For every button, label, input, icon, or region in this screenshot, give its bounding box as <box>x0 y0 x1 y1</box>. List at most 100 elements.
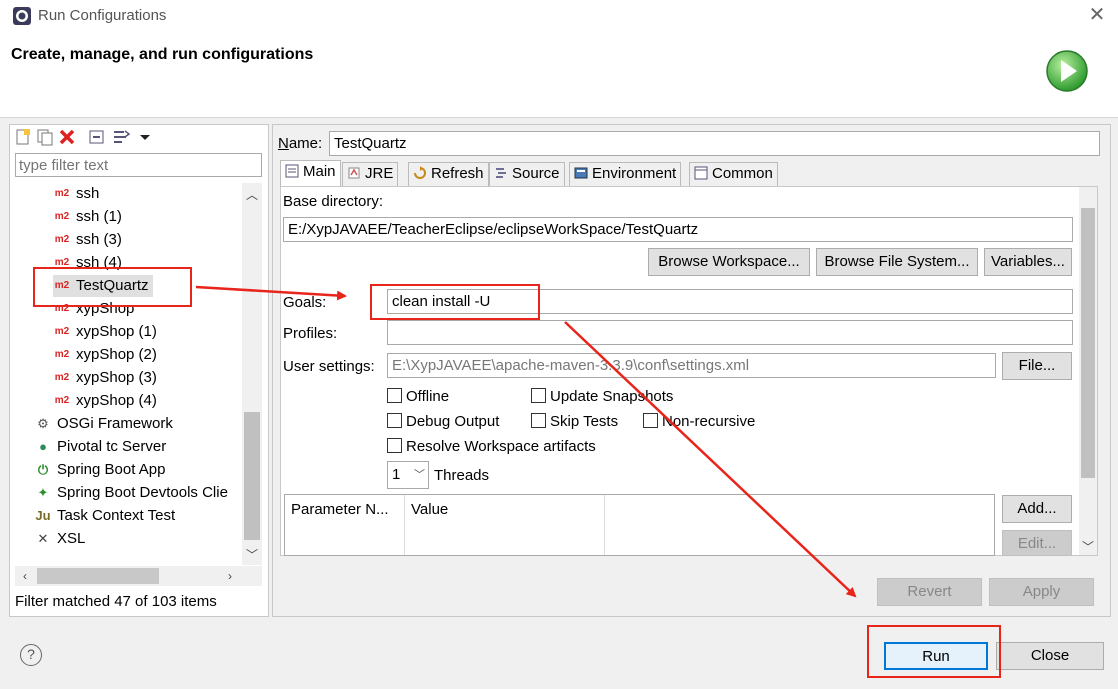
offline-checkbox[interactable]: Offline <box>387 388 449 405</box>
tree-item[interactable]: ● Pivotal tc Server <box>34 436 166 458</box>
tab-source[interactable]: Source <box>489 162 565 186</box>
close-window-icon[interactable]: ✕ <box>1086 4 1108 26</box>
editor-vertical-scroll-thumb[interactable] <box>1081 208 1095 478</box>
tree-item-label: Spring Boot Devtools Clie <box>57 484 228 501</box>
tree-item-label: xypShop (2) <box>76 346 157 363</box>
threads-value: 1 <box>392 466 401 483</box>
tree-item-label: Task Context Test <box>57 507 176 524</box>
close-button[interactable]: Close <box>996 642 1104 670</box>
apply-button[interactable]: Apply <box>989 578 1094 606</box>
tree-vertical-scroll-thumb[interactable] <box>244 412 260 540</box>
main-tab-icon <box>285 164 299 178</box>
goals-label: Goals: <box>283 294 327 311</box>
maven-m2-icon: m2 <box>54 372 70 384</box>
maven-m2-icon: m2 <box>54 326 70 338</box>
osgi-icon: ⚙ <box>37 416 49 432</box>
add-parameter-button[interactable]: Add... <box>1002 495 1072 523</box>
tab-main[interactable]: Main <box>280 160 341 186</box>
scroll-down-icon[interactable]: ﹀ <box>244 546 260 563</box>
dropdown-menu-icon[interactable] <box>136 128 154 146</box>
tab-common-label: Common <box>712 165 773 182</box>
revert-button[interactable]: Revert <box>877 578 982 606</box>
filter-config-icon[interactable] <box>112 128 130 146</box>
new-config-icon[interactable] <box>14 128 32 146</box>
non-recursive-checkbox-box[interactable] <box>643 413 658 428</box>
dialog-header <box>0 32 1118 118</box>
xsl-icon: ✕ <box>37 531 49 547</box>
resolve-workspace-checkbox-box[interactable] <box>387 438 402 453</box>
tree-item[interactable]: m2 ssh (1) <box>53 206 122 228</box>
tree-item[interactable]: Ju Task Context Test <box>34 505 175 527</box>
duplicate-icon[interactable] <box>36 128 54 146</box>
variables-button[interactable]: Variables... <box>984 248 1072 276</box>
profiles-label: Profiles: <box>283 325 338 342</box>
tree-item-label: xypShop (4) <box>76 392 157 409</box>
base-directory-input[interactable]: E:/XypJAVAEE/TeacherEclipse/eclipseWorkS… <box>283 217 1073 242</box>
profiles-input[interactable] <box>387 320 1073 345</box>
tree-item[interactable]: m2 xypShop (2) <box>53 344 157 366</box>
filter-status-text: Filter matched 47 of 103 items <box>15 593 217 610</box>
maven-m2-icon: m2 <box>54 395 70 407</box>
param-value-column-header[interactable]: Value <box>405 495 605 555</box>
offline-label: Offline <box>406 388 450 405</box>
tree-item-label: OSGi Framework <box>57 415 173 432</box>
resolve-workspace-checkbox[interactable]: Resolve Workspace artifacts <box>387 438 596 455</box>
name-label: Name: <box>278 135 323 152</box>
chevron-down-icon: ﹀ <box>414 469 425 481</box>
tab-refresh-label: Refresh <box>431 165 484 182</box>
delete-icon[interactable] <box>58 128 76 146</box>
non-recursive-checkbox[interactable]: Non-recursive <box>643 413 755 430</box>
browse-workspace-button[interactable]: Browse Workspace... <box>648 248 810 276</box>
title-bar <box>0 0 1118 32</box>
browse-file-system-button[interactable]: Browse File System... <box>816 248 978 276</box>
tab-common[interactable]: Common <box>689 162 778 186</box>
tab-refresh[interactable]: Refresh <box>408 162 489 186</box>
threads-select[interactable]: 1 ﹀ <box>387 461 429 489</box>
tree-item[interactable]: ⏻ Spring Boot App <box>34 459 166 481</box>
non-recursive-label: Non-recursive <box>662 413 756 430</box>
collapse-all-icon[interactable] <box>88 128 106 146</box>
edit-parameter-button[interactable]: Edit... <box>1002 530 1072 556</box>
tab-environment[interactable]: Environment <box>569 162 682 186</box>
name-label-text: ame: <box>288 135 323 152</box>
scroll-up-icon[interactable]: ︿ <box>244 186 260 203</box>
tree-item[interactable]: m2 xypShop (4) <box>53 390 157 412</box>
debug-output-checkbox[interactable]: Debug Output <box>387 413 499 430</box>
tab-jre[interactable]: JRE <box>342 162 399 186</box>
tree-item-label: ssh (3) <box>76 231 122 248</box>
base-directory-label: Base directory: <box>283 193 384 210</box>
tree-item[interactable]: m2 ssh (3) <box>53 229 122 251</box>
tree-item[interactable]: m2 xypShop (1) <box>53 321 157 343</box>
file-button[interactable]: File... <box>1002 352 1072 380</box>
user-settings-input[interactable]: E:\XypJAVAEE\apache-maven-3.3.9\conf\set… <box>387 353 996 378</box>
filter-input[interactable] <box>15 153 262 177</box>
scroll-right-icon[interactable]: › <box>222 569 238 583</box>
tree-item[interactable]: ⚙ OSGi Framework <box>34 413 173 435</box>
offline-checkbox-box[interactable] <box>387 388 402 403</box>
environment-icon <box>574 167 588 179</box>
skip-tests-checkbox[interactable]: Skip Tests <box>531 413 618 430</box>
debug-output-checkbox-box[interactable] <box>387 413 402 428</box>
spring-boot-icon: ⏻ <box>37 462 49 478</box>
tree-horizontal-scroll-thumb[interactable] <box>37 568 159 584</box>
dialog-heading: Create, manage, and run configurations <box>11 46 314 63</box>
param-name-column-header[interactable]: Parameter N... <box>285 495 405 555</box>
tree-item[interactable]: ✕ XSL <box>34 528 86 550</box>
run-banner-icon <box>1046 50 1088 92</box>
name-input[interactable]: TestQuartz <box>329 131 1100 156</box>
tree-item[interactable]: m2 ssh <box>53 183 100 205</box>
tree-item[interactable]: m2 xypShop (3) <box>53 367 157 389</box>
update-snapshots-checkbox[interactable]: Update Snapshots <box>531 388 673 405</box>
user-settings-label: User settings: <box>283 358 375 375</box>
skip-tests-checkbox-box[interactable] <box>531 413 546 428</box>
editor-scroll-down-icon[interactable]: ﹀ <box>1080 538 1096 555</box>
help-icon[interactable]: ? <box>20 644 42 666</box>
tree-item[interactable]: ✦ Spring Boot Devtools Clie <box>34 482 228 504</box>
update-snapshots-checkbox-box[interactable] <box>531 388 546 403</box>
scroll-left-icon[interactable]: ‹ <box>17 569 33 583</box>
source-icon <box>496 168 506 178</box>
spring-devtools-icon: ✦ <box>37 485 49 501</box>
skip-tests-label: Skip Tests <box>550 413 619 430</box>
tree-item-label: ssh (1) <box>76 208 122 225</box>
common-icon <box>694 166 708 180</box>
